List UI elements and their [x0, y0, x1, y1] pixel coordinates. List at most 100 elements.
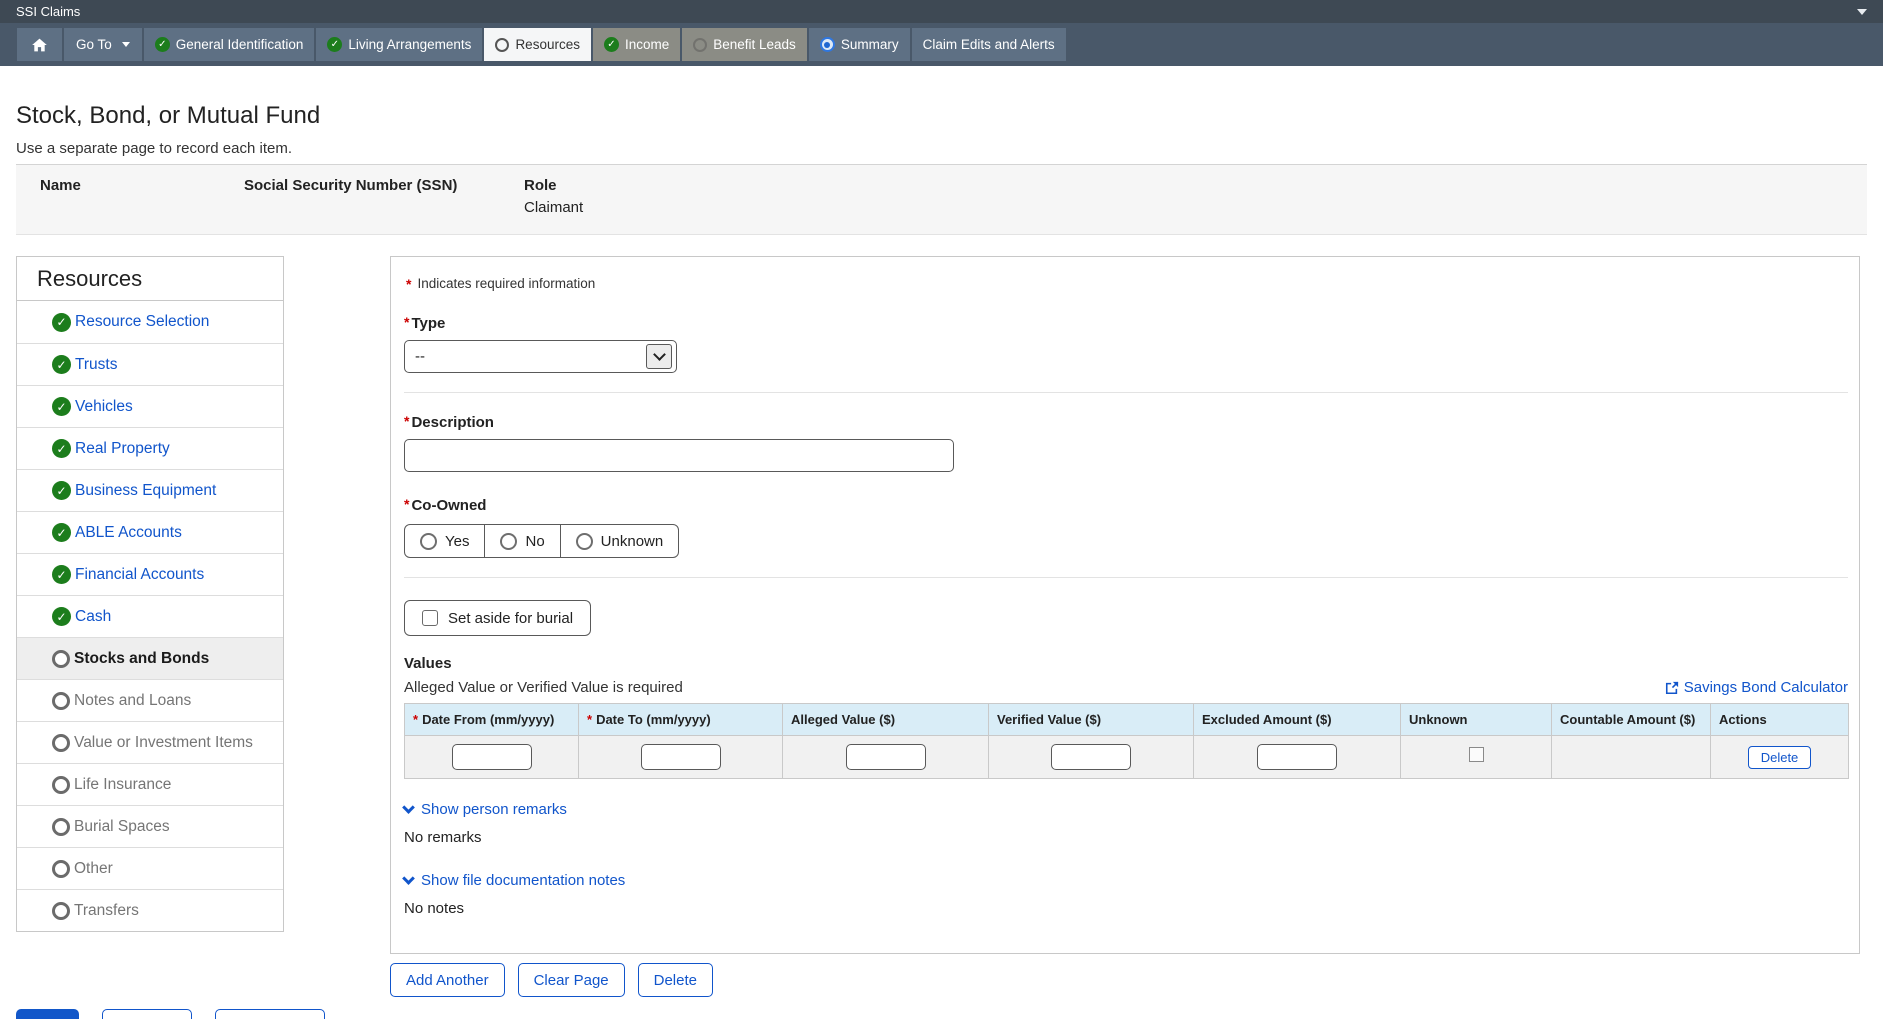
tab-label: Claim Edits and Alerts [923, 37, 1055, 52]
tab-resources[interactable]: Resources [484, 28, 591, 61]
savings-bond-calculator-link[interactable]: Savings Bond Calculator [1665, 679, 1848, 696]
sidebar-item-vehicles[interactable]: ✓Vehicles [17, 385, 283, 427]
check-circle-icon: ✓ [52, 355, 71, 374]
add-another-button[interactable]: Add Another [390, 963, 505, 997]
ring-circle-icon [52, 776, 70, 794]
stock-bond-form-panel: Indicates required information Type -- D… [390, 256, 1860, 954]
remarks-empty-text: No remarks [404, 829, 1848, 846]
sidebar-item-label: Business Equipment [75, 482, 216, 500]
goto-label: Go To [76, 37, 112, 52]
tab-label: Income [625, 37, 669, 52]
check-circle-icon: ✓ [52, 607, 71, 626]
cell-date-to [579, 736, 783, 779]
sidebar-item-label: ABLE Accounts [75, 524, 182, 542]
alleged-value-input[interactable] [846, 744, 926, 770]
person-summary-panel: Name Social Security Number (SSN) Role C… [16, 164, 1867, 235]
chevron-down-icon [122, 42, 130, 47]
sidebar-item-label: Value or Investment Items [74, 734, 253, 752]
ring-circle-icon [495, 38, 509, 52]
clear-page-button[interactable]: Clear Page [518, 963, 625, 997]
tab-label: Living Arrangements [348, 37, 471, 52]
sidebar-item-real-property[interactable]: ✓Real Property [17, 427, 283, 469]
check-circle-icon: ✓ [52, 397, 71, 416]
co-owned-option-no: No [484, 525, 559, 557]
sidebar-item-cash[interactable]: ✓Cash [17, 595, 283, 637]
page-title: Stock, Bond, or Mutual Fund [16, 66, 1867, 130]
co-owned-unknown-label: Unknown [601, 533, 664, 550]
check-circle-icon: ✓ [52, 481, 71, 500]
co-owned-no-label: No [525, 533, 544, 550]
goto-tab[interactable]: Go To [64, 28, 142, 61]
show-file-documentation-notes-toggle[interactable]: Show file documentation notes [404, 872, 625, 889]
delete-page-button[interactable]: Delete [638, 963, 713, 997]
co-owned-no-radio[interactable] [500, 533, 517, 550]
row-delete-button[interactable]: Delete [1748, 746, 1812, 769]
chevron-down-icon [402, 801, 415, 814]
date-from-input[interactable] [452, 744, 532, 770]
verified-value-input[interactable] [1051, 744, 1131, 770]
tab-summary[interactable]: Summary [809, 28, 910, 61]
sidebar-item-label: Notes and Loans [74, 692, 191, 710]
sidebar-item-burial-spaces[interactable]: Burial Spaces [17, 805, 283, 847]
app-header: SSI Claims [0, 0, 1883, 23]
sidebar-item-life-insurance[interactable]: Life Insurance [17, 763, 283, 805]
chevron-down-icon [402, 872, 415, 885]
sidebar-item-business-equipment[interactable]: ✓Business Equipment [17, 469, 283, 511]
collapse-caret-icon[interactable] [1857, 9, 1867, 15]
column-header-date-from: *Date From (mm/yyyy) [405, 704, 579, 736]
tab-living-arrangements[interactable]: ✓Living Arrangements [316, 28, 482, 61]
ring-circle-icon [52, 902, 70, 920]
description-label: Description [404, 414, 1848, 431]
tab-label: Resources [515, 37, 580, 52]
sidebar-item-trusts[interactable]: ✓Trusts [17, 343, 283, 385]
sidebar-item-able-accounts[interactable]: ✓ABLE Accounts [17, 511, 283, 553]
required-asterisk: * [587, 712, 592, 727]
sidebar-item-transfers[interactable]: Transfers [17, 889, 283, 931]
sidebar-item-notes-and-loans[interactable]: Notes and Loans [17, 679, 283, 721]
values-table: *Date From (mm/yyyy)*Date To (mm/yyyy)Al… [404, 703, 1849, 779]
co-owned-option-unknown: Unknown [560, 525, 679, 557]
set-aside-for-burial-checkbox[interactable] [422, 610, 438, 626]
next-button[interactable]: Next [16, 1009, 79, 1019]
name-column-label: Name [40, 177, 244, 194]
burial-label: Set aside for burial [448, 610, 573, 627]
check-circle-icon: ✓ [52, 313, 71, 332]
tab-benefit-leads[interactable]: Benefit Leads [682, 28, 807, 61]
sidebar-item-other[interactable]: Other [17, 847, 283, 889]
remarks-toggle-label: Show person remarks [421, 801, 567, 818]
type-select[interactable]: -- [404, 340, 677, 373]
date-to-input[interactable] [641, 744, 721, 770]
unknown-checkbox[interactable] [1469, 747, 1484, 762]
sidebar-item-label: Cash [75, 608, 111, 626]
home-tab[interactable] [17, 28, 62, 61]
sidebar-item-financial-accounts[interactable]: ✓Financial Accounts [17, 553, 283, 595]
cell-unknown [1401, 736, 1552, 779]
cell-countable-amount [1552, 736, 1711, 779]
values-heading: Values [404, 655, 1848, 672]
tab-income[interactable]: ✓Income [593, 28, 680, 61]
sidebar-item-resource-selection[interactable]: ✓Resource Selection [17, 301, 283, 343]
co-owned-yes-radio[interactable] [420, 533, 437, 550]
check-circle-icon: ✓ [52, 565, 71, 584]
check-circle-icon: ✓ [52, 439, 71, 458]
save-exit-button[interactable]: Save & Exit [215, 1009, 325, 1019]
show-person-remarks-toggle[interactable]: Show person remarks [404, 801, 567, 818]
sidebar-item-value-or-investment-items[interactable]: Value or Investment Items [17, 721, 283, 763]
sidebar-items: ✓Resource Selection✓Trusts✓Vehicles✓Real… [17, 301, 283, 931]
ring-circle-icon [52, 692, 70, 710]
previous-button[interactable]: Previous [102, 1009, 192, 1019]
cell-alleged-value [783, 736, 989, 779]
ssn-column-label: Social Security Number (SSN) [244, 177, 524, 194]
cell-verified-value [989, 736, 1194, 779]
sidebar-item-label: Real Property [75, 440, 170, 458]
role-value: Claimant [524, 199, 583, 216]
co-owned-unknown-radio[interactable] [576, 533, 593, 550]
description-input[interactable] [404, 439, 954, 472]
co-owned-label: Co-Owned [404, 497, 1848, 514]
column-header-date-to: *Date To (mm/yyyy) [579, 704, 783, 736]
column-header-actions: Actions [1711, 704, 1849, 736]
sidebar-item-stocks-and-bonds[interactable]: Stocks and Bonds [17, 637, 283, 679]
excluded-amount-input[interactable] [1257, 744, 1337, 770]
tab-claim-edits-and-alerts[interactable]: Claim Edits and Alerts [912, 28, 1066, 61]
tab-general-identification[interactable]: ✓General Identification [144, 28, 315, 61]
